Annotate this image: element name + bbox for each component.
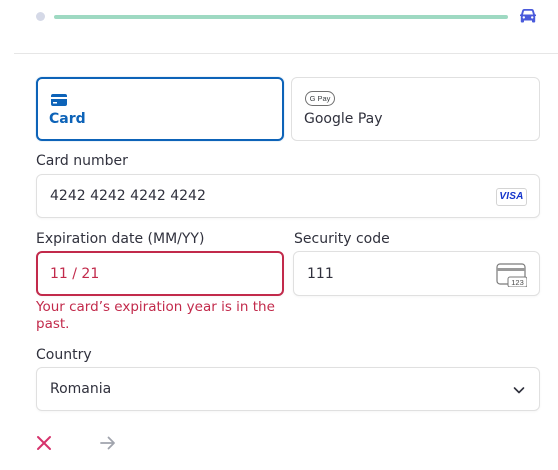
country-label: Country xyxy=(36,347,92,363)
expiration-field[interactable]: 11 / 21 xyxy=(36,251,284,296)
tab-google-pay[interactable]: G Pay Google Pay xyxy=(291,77,540,141)
google-pay-icon: G Pay xyxy=(305,91,335,106)
expiration-value: 11 / 21 xyxy=(50,265,100,282)
progress-bar xyxy=(0,0,558,36)
expiration-error-message: Your card’s expiration year is in the pa… xyxy=(36,299,275,332)
tab-google-pay-label: Google Pay xyxy=(304,111,383,127)
expiration-label: Expiration date (MM/YY) xyxy=(36,231,205,247)
cvc-card-icon: 123 xyxy=(496,263,527,287)
chevron-down-icon xyxy=(513,387,525,394)
security-code-field[interactable]: 111 123 xyxy=(293,251,540,296)
card-number-field[interactable]: 4242 4242 4242 4242 VISA xyxy=(36,174,540,218)
card-number-value: 4242 4242 4242 4242 xyxy=(50,188,206,204)
visa-icon: VISA xyxy=(496,188,527,206)
arrow-right-icon[interactable] xyxy=(99,435,117,451)
header-divider xyxy=(14,53,558,54)
tab-card-label: Card xyxy=(49,111,86,127)
card-number-label: Card number xyxy=(36,153,128,169)
credit-card-icon xyxy=(51,94,67,106)
security-code-label: Security code xyxy=(294,231,390,247)
progress-track xyxy=(54,15,508,19)
cvc-icon-text: 123 xyxy=(511,278,524,287)
progress-start-dot xyxy=(36,12,45,21)
tab-card[interactable]: Card xyxy=(36,77,284,141)
close-icon[interactable] xyxy=(36,435,52,451)
country-select[interactable]: Romania xyxy=(36,367,540,411)
car-icon xyxy=(520,9,536,23)
security-code-value: 111 xyxy=(307,265,334,282)
country-value: Romania xyxy=(50,381,112,397)
